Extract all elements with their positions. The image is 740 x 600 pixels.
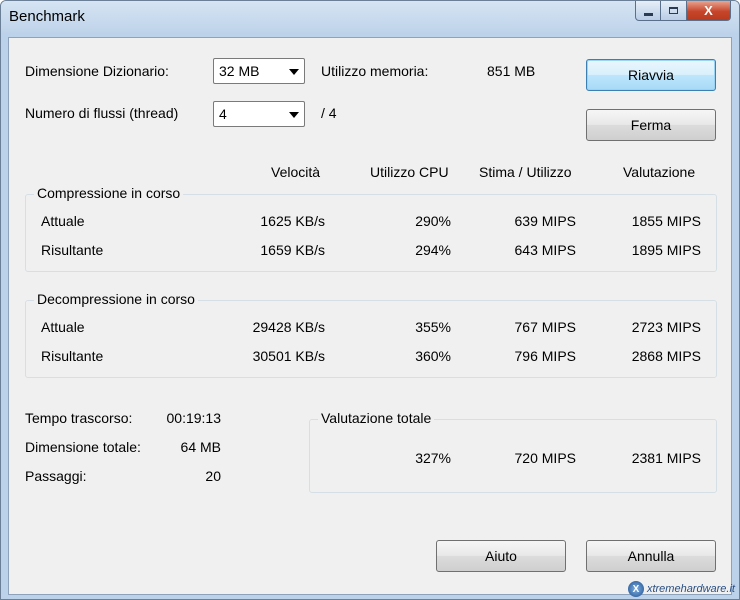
- chevron-down-icon: [289, 69, 299, 75]
- elapsed-time-label: Tempo trascorso:: [25, 410, 133, 426]
- compression-group: [25, 194, 717, 272]
- column-header-rating: Valutazione: [623, 164, 696, 180]
- maximize-icon: [669, 7, 678, 14]
- compression-result-cpu: 294%: [415, 242, 451, 258]
- threads-max: / 4: [321, 105, 337, 121]
- benchmark-window: Benchmark X Dimensione Dizionario: 32 MB…: [0, 0, 740, 600]
- compression-current-rating: 1855 MIPS: [631, 213, 701, 229]
- total-rating-estimate: 720 MIPS: [514, 450, 576, 466]
- compression-current-cpu: 290%: [415, 213, 451, 229]
- decompression-current-label: Attuale: [41, 319, 85, 335]
- decompression-current-rating: 2723 MIPS: [631, 319, 701, 335]
- compression-result-speed: 1659 KB/s: [260, 242, 325, 258]
- decompression-result-speed: 30501 KB/s: [252, 348, 325, 364]
- dictionary-size-label: Dimensione Dizionario:: [25, 63, 169, 79]
- compression-current-speed: 1625 KB/s: [260, 213, 325, 229]
- decompression-result-cpu: 360%: [415, 348, 451, 364]
- decompression-current-cpu: 355%: [415, 319, 451, 335]
- compression-group-title: Compressione in corso: [34, 185, 184, 201]
- watermark: X xtremehardware.it: [627, 581, 735, 597]
- compression-current-label: Attuale: [41, 213, 85, 229]
- memory-usage-value: 851 MB: [487, 63, 536, 79]
- title-bar[interactable]: Benchmark X: [1, 1, 739, 33]
- compression-result-label: Risultante: [41, 242, 104, 258]
- chevron-down-icon: [289, 112, 299, 118]
- total-rating-value: 2381 MIPS: [631, 450, 701, 466]
- compression-result-rating: 1895 MIPS: [631, 242, 701, 258]
- memory-usage-label: Utilizzo memoria:: [321, 63, 429, 79]
- maximize-button[interactable]: [661, 1, 687, 21]
- close-button[interactable]: X: [687, 1, 731, 21]
- stop-button[interactable]: Ferma: [586, 109, 716, 141]
- threads-value: 4: [219, 106, 227, 122]
- minimize-button[interactable]: [635, 1, 661, 21]
- decompression-result-rating: 2868 MIPS: [631, 348, 701, 364]
- minimize-icon: [643, 12, 653, 16]
- column-header-speed: Velocità: [271, 164, 321, 180]
- passes-label: Passaggi:: [25, 468, 87, 484]
- total-rating-cpu: 327%: [415, 450, 451, 466]
- threads-select[interactable]: 4: [213, 101, 305, 127]
- decompression-current-speed: 29428 KB/s: [252, 319, 325, 335]
- elapsed-time-value: 00:19:13: [166, 410, 222, 426]
- window-title: Benchmark: [9, 8, 85, 25]
- dictionary-size-select[interactable]: 32 MB: [213, 58, 305, 84]
- decompression-group: [25, 300, 717, 378]
- restart-button[interactable]: Riavvia: [586, 59, 716, 91]
- threads-label: Numero di flussi (thread): [25, 105, 179, 121]
- total-rating-group-title: Valutazione totale: [318, 410, 435, 426]
- passes-value: 20: [205, 468, 221, 484]
- caption-buttons: X: [635, 1, 731, 23]
- total-size-value: 64 MB: [180, 439, 221, 455]
- compression-result-estimate: 643 MIPS: [514, 242, 576, 258]
- cancel-button[interactable]: Annulla: [586, 540, 716, 572]
- decompression-result-estimate: 796 MIPS: [514, 348, 576, 364]
- close-icon: X: [704, 3, 713, 18]
- dialog-client-area: Dimensione Dizionario: 32 MB Utilizzo me…: [8, 37, 732, 595]
- decompression-group-title: Decompressione in corso: [34, 291, 198, 307]
- column-header-cpu: Utilizzo CPU: [370, 164, 449, 180]
- xtremehardware-logo-icon: X: [627, 581, 644, 597]
- compression-current-estimate: 639 MIPS: [514, 213, 576, 229]
- total-size-label: Dimensione totale:: [25, 439, 141, 455]
- watermark-text: xtremehardware.it: [646, 583, 735, 595]
- column-header-estimate: Stima / Utilizzo: [479, 164, 572, 180]
- decompression-current-estimate: 767 MIPS: [514, 319, 576, 335]
- decompression-result-label: Risultante: [41, 348, 104, 364]
- help-button[interactable]: Aiuto: [436, 540, 566, 572]
- dictionary-size-value: 32 MB: [219, 63, 260, 79]
